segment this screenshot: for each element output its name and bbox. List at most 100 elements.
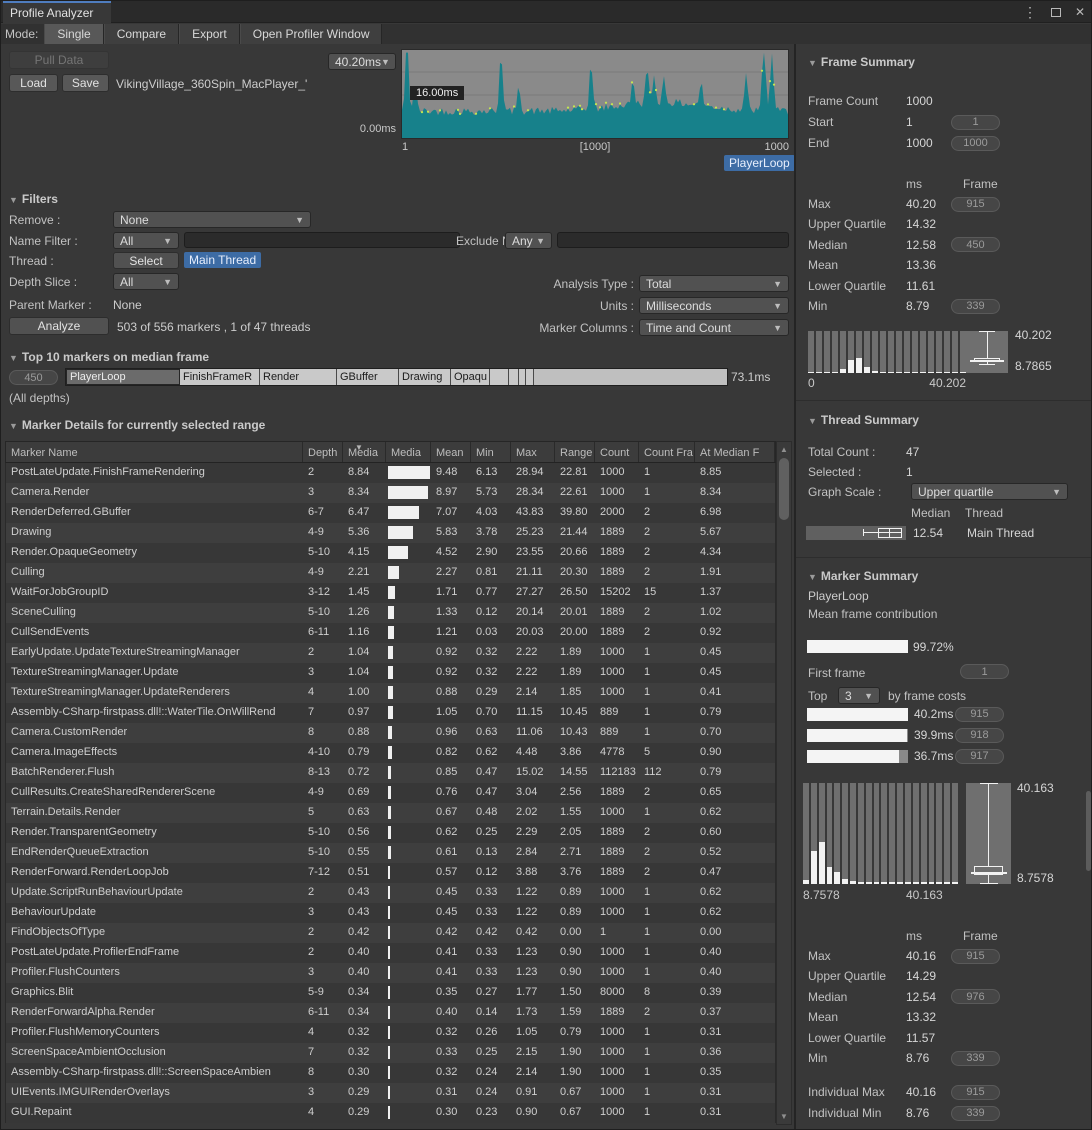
table-row[interactable]: ScreenSpaceAmbientOcclusion70.320.330.25… [6, 1043, 775, 1063]
top10-segment-minor-9[interactable] [526, 369, 534, 385]
thread-summary-foldout[interactable]: ▼Thread Summary [808, 413, 919, 427]
column-header-7[interactable]: Range [555, 442, 595, 462]
frame-scale-dropdown[interactable]: 40.20ms▼ [328, 53, 396, 70]
top-frame-badge[interactable]: 917 [955, 749, 1004, 764]
table-row[interactable]: EarlyUpdate.UpdateTextureStreamingManage… [6, 643, 775, 663]
table-row[interactable]: GUI.Repaint40.290.300.230.900.67100010.3… [6, 1103, 775, 1123]
frame-stat-min-frame-badge[interactable]: 339 [951, 299, 1000, 314]
frame-stat-max-frame-badge[interactable]: 915 [951, 197, 1000, 212]
load-button[interactable]: Load [9, 74, 58, 92]
table-row[interactable]: Render.TransparentGeometry5-100.560.620.… [6, 823, 775, 843]
top10-segment-opaqu[interactable]: Opaqu [451, 369, 490, 385]
exclude-mode-dropdown[interactable]: Any▼ [505, 232, 552, 249]
table-row[interactable]: CullSendEvents6-111.161.210.0320.0320.00… [6, 623, 775, 643]
marker-stat-individual-min-frame-badge[interactable]: 339 [951, 1106, 1000, 1121]
marker-stat-median-frame-badge[interactable]: 976 [951, 989, 1000, 1004]
table-row[interactable]: Profiler.FlushCounters30.400.410.331.230… [6, 963, 775, 983]
column-header-5[interactable]: Min [471, 442, 511, 462]
table-row[interactable]: BehaviourUpdate30.430.450.331.220.891000… [6, 903, 775, 923]
units-dropdown[interactable]: Milliseconds▼ [639, 297, 789, 314]
table-row[interactable]: BatchRenderer.Flush8-130.720.850.4715.02… [6, 763, 775, 783]
column-header-10[interactable]: At Median F [695, 442, 775, 462]
table-scrollbar-thumb[interactable] [779, 458, 789, 520]
first-frame-badge[interactable]: 1 [960, 664, 1009, 679]
top10-frame-badge[interactable]: 450 [9, 370, 58, 385]
mode-button-export[interactable]: Export [179, 24, 240, 44]
table-row[interactable]: Camera.CustomRender80.880.960.6311.0610.… [6, 723, 775, 743]
name-filter-mode-dropdown[interactable]: All▼ [113, 232, 179, 249]
top10-segment-minor-8[interactable] [519, 369, 526, 385]
table-row[interactable]: TextureStreamingManager.Update31.040.920… [6, 663, 775, 683]
table-scrollbar[interactable]: ▲ ▼ [776, 441, 792, 1125]
table-row[interactable]: Graphics.Blit5-90.340.350.271.771.508000… [6, 983, 775, 1003]
filters-foldout[interactable]: ▼Filters [9, 192, 58, 206]
frame-summary-end-frame-badge[interactable]: 1000 [951, 136, 1000, 151]
kebab-menu-icon[interactable]: ⋮ [1023, 5, 1037, 19]
scroll-up-icon[interactable]: ▲ [777, 445, 791, 454]
top10-segment-playerloop[interactable]: PlayerLoop [66, 369, 180, 385]
mode-button-compare[interactable]: Compare [104, 24, 179, 44]
window-tab[interactable]: Profile Analyzer [3, 1, 111, 23]
analysis-type-dropdown[interactable]: Total▼ [639, 275, 789, 292]
top10-segment-render[interactable]: Render [260, 369, 337, 385]
thread-select-button[interactable]: Select [113, 252, 179, 269]
name-filter-input[interactable] [184, 232, 460, 248]
column-header-0[interactable]: Marker Name [6, 442, 303, 462]
column-header-4[interactable]: Mean [431, 442, 471, 462]
table-row[interactable]: Culling4-92.212.270.8121.1120.30188921.9… [6, 563, 775, 583]
top10-segment-finishframer[interactable]: FinishFrameR [180, 369, 260, 385]
marker-summary-foldout[interactable]: ▼Marker Summary [808, 569, 918, 583]
mode-button-single[interactable]: Single [44, 24, 103, 44]
column-header-8[interactable]: Count [595, 442, 639, 462]
top-n-dropdown[interactable]: 3▼ [838, 687, 880, 704]
graph-scale-dropdown[interactable]: Upper quartile▼ [911, 483, 1068, 500]
table-row[interactable]: RenderForward.RenderLoopJob7-120.510.570… [6, 863, 775, 883]
table-row[interactable]: Terrain.Details.Render50.630.670.482.021… [6, 803, 775, 823]
column-header-2[interactable]: Media▼ [343, 442, 386, 462]
maximize-icon[interactable] [1051, 8, 1061, 17]
frame-summary-foldout[interactable]: ▼Frame Summary [808, 55, 915, 69]
table-row[interactable]: PostLateUpdate.ProfilerEndFrame20.400.41… [6, 943, 775, 963]
table-row[interactable]: RenderDeferred.GBuffer6-76.477.074.0343.… [6, 503, 775, 523]
analyze-button[interactable]: Analyze [9, 317, 109, 335]
save-button[interactable]: Save [62, 74, 109, 92]
table-row[interactable]: Update.ScriptRunBehaviourUpdate20.430.45… [6, 883, 775, 903]
table-row[interactable]: Drawing4-95.365.833.7825.2321.44188925.6… [6, 523, 775, 543]
top10-segment-minor-7[interactable] [509, 369, 519, 385]
frame-summary-start-frame-badge[interactable]: 1 [951, 115, 1000, 130]
table-row[interactable]: Camera.Render38.348.975.7328.3422.611000… [6, 483, 775, 503]
table-row[interactable]: Camera.ImageEffects4-100.790.820.624.483… [6, 743, 775, 763]
marker-stat-individual-max-frame-badge[interactable]: 915 [951, 1085, 1000, 1100]
exclude-names-input[interactable] [557, 232, 789, 248]
top10-segment-drawing[interactable]: Drawing [399, 369, 451, 385]
frame-stat-median-frame-badge[interactable]: 450 [951, 237, 1000, 252]
depth-slice-dropdown[interactable]: All▼ [113, 273, 179, 290]
table-row[interactable]: Assembly-CSharp-firstpass.dll!::ScreenSp… [6, 1063, 775, 1083]
table-row[interactable]: TextureStreamingManager.UpdateRenderers4… [6, 683, 775, 703]
marker-details-foldout[interactable]: ▼Marker Details for currently selected r… [9, 418, 265, 432]
table-row[interactable]: EndRenderQueueExtraction5-100.550.610.13… [6, 843, 775, 863]
top10-foldout[interactable]: ▼Top 10 markers on median frame [9, 350, 209, 364]
top-frame-badge[interactable]: 915 [955, 707, 1004, 722]
top10-segment-minor-6[interactable] [490, 369, 509, 385]
column-header-1[interactable]: Depth [303, 442, 343, 462]
column-header-9[interactable]: Count Fra [639, 442, 695, 462]
marker-stat-min-frame-badge[interactable]: 339 [951, 1051, 1000, 1066]
top10-segment-gbuffer[interactable]: GBuffer [337, 369, 399, 385]
remove-dropdown[interactable]: None▼ [113, 211, 311, 228]
table-row[interactable]: PostLateUpdate.FinishFrameRendering28.84… [6, 463, 775, 483]
marker-stat-max-frame-badge[interactable]: 915 [951, 949, 1000, 964]
close-icon[interactable]: ✕ [1075, 6, 1085, 18]
table-row[interactable]: SceneCulling5-101.261.330.1220.1420.0118… [6, 603, 775, 623]
frame-timing-chart[interactable]: 16.00ms [401, 49, 789, 139]
pull-data-button[interactable]: Pull Data [9, 51, 109, 69]
table-row[interactable]: Render.OpaqueGeometry5-104.154.522.9023.… [6, 543, 775, 563]
table-row[interactable]: RenderForwardAlpha.Render6-110.340.400.1… [6, 1003, 775, 1023]
panel-scrollbar-thumb[interactable] [1086, 791, 1091, 871]
table-row[interactable]: FindObjectsOfType20.420.420.420.420.0011… [6, 923, 775, 943]
table-row[interactable]: Assembly-CSharp-firstpass.dll!::WaterTil… [6, 703, 775, 723]
table-row[interactable]: UIEvents.IMGUIRenderOverlays30.290.310.2… [6, 1083, 775, 1103]
column-header-6[interactable]: Max [511, 442, 555, 462]
mode-button-open-profiler-window[interactable]: Open Profiler Window [240, 24, 383, 44]
table-row[interactable]: CullResults.CreateSharedRendererScene4-9… [6, 783, 775, 803]
